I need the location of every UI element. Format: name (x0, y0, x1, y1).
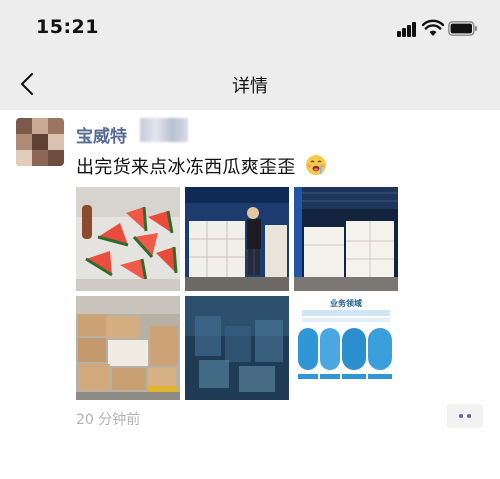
watermelon-icon (76, 187, 180, 291)
moments-post: 宝威特 出完货来点冰冻西瓜爽歪歪 业务领域 20 分钟前 (0, 110, 500, 479)
post-image-warehouse-worker[interactable] (185, 187, 289, 291)
page-title: 详情 (232, 76, 268, 97)
post-image-packed-cartons[interactable] (76, 296, 180, 400)
warehouse-icon (185, 187, 289, 291)
post-text: 出完货来点冰冻西瓜爽歪歪 (76, 153, 327, 179)
post-image-container-cargo[interactable] (294, 187, 398, 291)
status-bar: 15:21 (0, 0, 500, 58)
wifi-icon (422, 19, 444, 36)
drooling-face-icon (305, 155, 326, 175)
cellular-signal-icon (397, 21, 417, 37)
post-text-content: 出完货来点冰冻西瓜爽歪歪 (76, 157, 296, 178)
post-timestamp: 20 分钟前 (76, 412, 141, 428)
post-image-business-infographic[interactable]: 业务领域 (294, 296, 398, 400)
infographic-caption: 业务领域 (330, 299, 362, 308)
username-link[interactable]: 宝威特 (76, 122, 127, 147)
comment-more-icon-dot (467, 414, 471, 418)
battery-icon (448, 21, 477, 36)
username-blur (140, 118, 188, 142)
post-image-watermelon[interactable] (76, 187, 180, 291)
comment-more-button[interactable] (447, 404, 483, 428)
nav-bar: 详情 (0, 58, 500, 110)
infographic-icon (294, 296, 398, 400)
cartons-icon (76, 296, 180, 400)
avatar[interactable] (16, 118, 64, 166)
comment-more-icon (459, 414, 463, 418)
image-grid: 业务领域 (76, 187, 398, 400)
post-image-blurred[interactable] (185, 296, 289, 400)
status-time: 15:21 (36, 16, 99, 38)
blurred-image-icon (185, 296, 289, 400)
container-icon (294, 187, 398, 291)
